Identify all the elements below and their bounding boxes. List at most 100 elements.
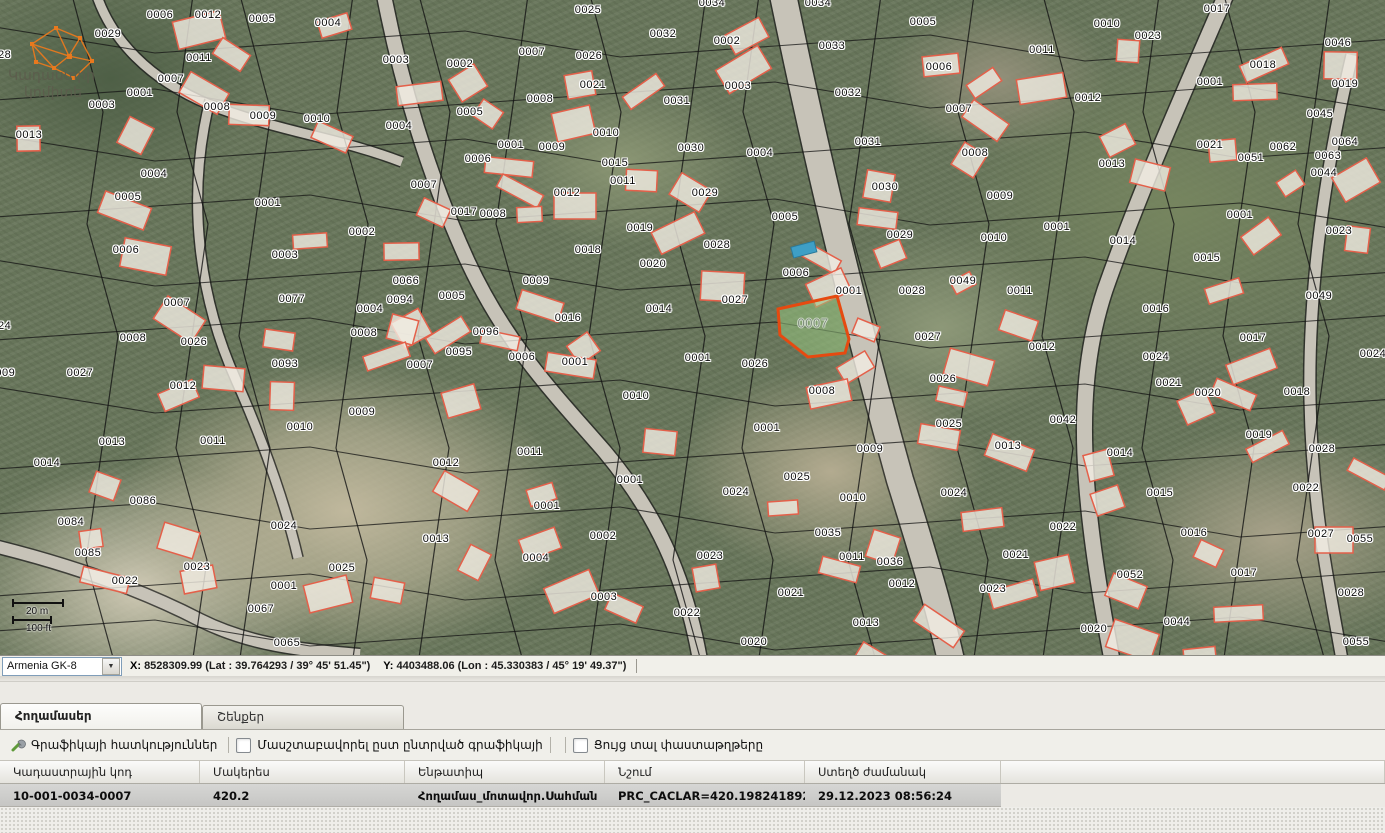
parcel-label: 0002: [349, 226, 375, 238]
parcel-label: 0012: [889, 578, 915, 590]
parcel-label: 0013: [99, 436, 125, 448]
parcel-label: 0023: [1326, 225, 1352, 237]
building-footprint: [1183, 646, 1217, 655]
building-footprint: [692, 564, 720, 592]
parcel-label: 0016: [555, 312, 581, 324]
parcel-label: 0023: [980, 583, 1006, 595]
parcel-label: 0001: [534, 500, 560, 512]
scale-metric-label: 20 m: [12, 606, 64, 617]
cell-subtype: Հողամաս_մոտավոր.Սահման: [405, 784, 605, 807]
graphic-properties-button[interactable]: Գրաֆիկայի հատկություններ: [6, 735, 221, 755]
show-documents-option: Ցույց տալ փաստաթղթերը: [573, 738, 763, 753]
parcel-label: 0002: [447, 58, 473, 70]
parcel-label: 0012: [195, 9, 221, 21]
parcel-label: 0024: [0, 320, 11, 332]
parcel-label: 0024: [941, 487, 967, 499]
panel-splitter[interactable]: [0, 676, 1385, 682]
building-footprint: [202, 365, 245, 391]
parcel-label: 0021: [580, 79, 606, 91]
building-footprint: [622, 74, 664, 110]
selected-parcel-label: 0007: [798, 316, 829, 331]
chevron-down-icon[interactable]: ▼: [102, 658, 120, 675]
projection-select[interactable]: Armenia GK-8 ▼: [2, 657, 122, 676]
parcel-label: 0007: [519, 46, 545, 58]
parcel-label: 0024: [271, 520, 297, 532]
building-footprint: [1034, 554, 1075, 590]
column-header-subtype[interactable]: Ենթատիպ: [405, 761, 605, 783]
building-footprint: [496, 174, 543, 208]
parcel-label: 0013: [423, 533, 449, 545]
parcel-label: 0095: [446, 346, 472, 358]
show-documents-checkbox[interactable]: [573, 738, 588, 753]
column-header-created-time[interactable]: Ստեղծ ժամանակ: [805, 761, 1001, 783]
parcel-label: 0008: [120, 332, 146, 344]
parcel-label: 0045: [1307, 108, 1333, 120]
gis-application: 0028 0029 0006 0012 0005 0004 0011 0007 0001 0003…: [0, 0, 1385, 833]
parcel-label: 0033: [819, 40, 845, 52]
parcel-label: 0084: [58, 516, 84, 528]
building-footprint: [1233, 83, 1278, 101]
building-footprint: [1016, 72, 1066, 104]
parcel-label: 0028: [1338, 587, 1364, 599]
parcel-label: 0006: [926, 61, 952, 73]
parcel-label: 0032: [835, 87, 861, 99]
zoom-to-selected-label: Մասշտաբավորել ըստ ընտրված գրաֆիկայի: [257, 738, 542, 752]
parcel-label: 0049: [1306, 290, 1332, 302]
parcel-label: 0017: [1204, 3, 1230, 15]
parcel-label: 0011: [1029, 44, 1055, 56]
column-header-note[interactable]: Նշում: [605, 761, 805, 783]
parcel-label: 0005: [457, 106, 483, 118]
parcel-label: 0017: [451, 206, 477, 218]
building-footprint: [1099, 124, 1135, 158]
parcel-label: 0021: [1003, 549, 1029, 561]
parcel-label: 0042: [1050, 414, 1076, 426]
table-row-selected[interactable]: 10-001-0034-0007 420.2 Հողամաս_մոտավոր.Ս…: [0, 784, 1385, 807]
parcel-label: 0004: [357, 303, 383, 315]
parcel-label: 0019: [1332, 78, 1358, 90]
parcel-label: 0025: [784, 471, 810, 483]
parcel-label: 0027: [1308, 528, 1334, 540]
cursor-coordinates: X: 8528309.99 (Lat : 39.764293 / 39° 45'…: [130, 660, 626, 672]
watermark-text: Կադաստրի կոմիտե: [8, 68, 95, 102]
building-footprint: [517, 206, 543, 222]
parcel-label: 0023: [697, 550, 723, 562]
tab-parcels[interactable]: Հողամասեր: [0, 703, 202, 729]
parcel-label: 0031: [664, 95, 690, 107]
parcel-label: 0014: [1107, 447, 1133, 459]
scale-bar: 20 m 100 ft: [12, 600, 64, 634]
parcel-label: 0013: [995, 440, 1021, 452]
parcel-label: 0008: [962, 147, 988, 159]
parcel-label: 0005: [910, 16, 936, 28]
parcel-label: 0025: [575, 4, 601, 16]
parcel-label: 0052: [1117, 569, 1143, 581]
parcel-label: 0027: [67, 367, 93, 379]
tab-buildings[interactable]: Շենքեր: [202, 705, 404, 729]
parcel-label: 0010: [1094, 18, 1120, 30]
parcel-label: 0026: [930, 373, 956, 385]
parcel-label: 0044: [1164, 616, 1190, 628]
parcel-label: 0063: [1315, 150, 1341, 162]
cell-note: PRC_CACLAR=420.198241892 ; P...: [605, 784, 805, 807]
building-footprint: [768, 500, 799, 516]
parcel-label: 0009: [0, 367, 15, 379]
column-header-area[interactable]: Մակերես: [200, 761, 405, 783]
building-footprint: [1116, 39, 1139, 62]
building-footprint: [936, 386, 968, 407]
parcel-label: 0013: [16, 129, 42, 141]
parcel-label: 0018: [1250, 59, 1276, 71]
map-viewport[interactable]: 0028 0029 0006 0012 0005 0004 0011 0007 0001 0003…: [0, 0, 1385, 655]
parcel-label: 0015: [1147, 487, 1173, 499]
zoom-to-selected-checkbox[interactable]: [236, 738, 251, 753]
parcel-label: 0006: [465, 153, 491, 165]
column-header-cadastral-code[interactable]: Կադաստրային կոդ: [0, 761, 200, 783]
parcel-label: 0029: [692, 187, 718, 199]
parcel-label: 0093: [272, 358, 298, 370]
parcel-label: 0001: [617, 474, 643, 486]
parcel-label: 0017: [1231, 567, 1257, 579]
cell-created-time: 29.12.2023 08:56:24: [805, 784, 1001, 807]
parcel-label: 0029: [887, 229, 913, 241]
building-footprint: [1214, 605, 1264, 623]
parcel-label: 0003: [383, 54, 409, 66]
parcel-label: 0064: [1332, 136, 1358, 148]
parcel-label: 0055: [1343, 636, 1369, 648]
